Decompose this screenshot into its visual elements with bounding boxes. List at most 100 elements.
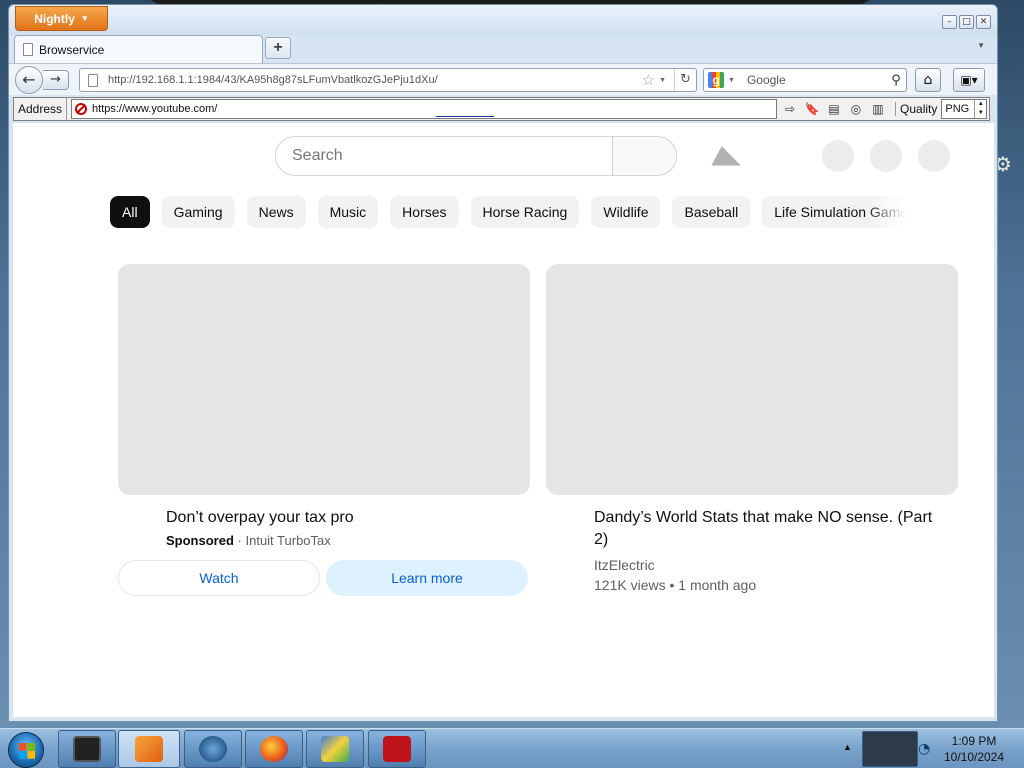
maximize-button[interactable]: □	[959, 15, 974, 29]
notifications-icon-placeholder[interactable]	[870, 140, 902, 172]
clock-time: 1:09 PM	[951, 734, 997, 748]
category-chips: All Gaming News Music Horses Horse Racin…	[110, 196, 906, 228]
reload-icon[interactable]: ↻	[674, 69, 696, 91]
taskbar-app-4[interactable]	[245, 730, 303, 768]
find-icon[interactable]: ◎	[847, 100, 865, 118]
tab-list-icon[interactable]: ▼	[977, 41, 985, 50]
ad-card[interactable]: Don’t overpay your tax pro Sponsored · I…	[118, 264, 530, 596]
advertiser-name: Intuit TurboTax	[245, 533, 331, 548]
youtube-search-box[interactable]: Search	[275, 136, 677, 176]
youtube-search-input[interactable]: Search	[276, 137, 612, 175]
video-card[interactable]: Dandy’s World Stats that make NO sense. …	[546, 264, 958, 593]
learn-more-button[interactable]: Learn more	[326, 560, 528, 596]
search-icon[interactable]: ⚲	[886, 73, 906, 88]
tray-app-icon[interactable]	[862, 731, 918, 767]
clipboard-icon[interactable]: ▥	[869, 100, 887, 118]
tray-expand-icon[interactable]: ▲	[843, 742, 852, 752]
tab-strip: Browservice + ▼	[9, 35, 997, 63]
nightly-menu-button[interactable]: Nightly ▼	[15, 6, 108, 31]
chip-all[interactable]: All	[110, 196, 150, 228]
taskbar-app-5[interactable]	[306, 730, 364, 768]
taskbar: ▲ ◔ 1:09 PM 10/10/2024	[0, 728, 1024, 768]
tab-title: Browservice	[39, 42, 105, 57]
quality-select[interactable]: PNG ▲ ▼	[941, 99, 988, 119]
ad-buttons: Watch Learn more	[118, 560, 530, 596]
tab-browservice[interactable]: Browservice	[14, 35, 263, 63]
url-bar[interactable]: http://192.168.1.1:1984/43/KA95h8g87sLFu…	[79, 68, 697, 92]
chip-horses[interactable]: Horses	[390, 196, 459, 228]
ad-meta: Sponsored · Intuit TurboTax	[166, 533, 530, 548]
avatar[interactable]	[918, 140, 950, 172]
taskbar-app-3[interactable]	[184, 730, 242, 768]
quality-spinner[interactable]: ▲ ▼	[974, 100, 986, 118]
new-tab-button[interactable]: +	[265, 37, 291, 59]
chips-fade	[866, 196, 906, 228]
watch-button[interactable]: Watch	[118, 560, 320, 596]
globe-app-icon	[199, 736, 227, 762]
ad-details: Don’t overpay your tax pro Sponsored · I…	[118, 507, 530, 548]
chip-horse-racing[interactable]: Horse Racing	[470, 196, 580, 228]
bookmark-star-icon[interactable]: ☆	[642, 71, 655, 89]
extension-button[interactable]: ▣▾	[953, 68, 985, 92]
window-controls: – □ ✕	[942, 15, 991, 29]
browser-window: Nightly ▼ – □ ✕ Browservice + ▼ ← → http…	[8, 4, 998, 722]
start-button[interactable]	[8, 732, 44, 768]
media-player-icon	[135, 736, 163, 762]
forward-button[interactable]: →	[43, 70, 69, 90]
title-bar: Nightly ▼ – □ ✕	[9, 5, 997, 35]
close-button[interactable]: ✕	[976, 15, 991, 29]
checklist-app-icon	[321, 736, 349, 762]
mouse-cursor-icon	[711, 146, 745, 178]
page-icon	[23, 43, 33, 56]
app-button-label: Nightly	[34, 11, 75, 26]
chip-music[interactable]: Music	[317, 196, 379, 228]
address-label: Address	[14, 98, 68, 120]
youtube-page: Search All Gaming News Music Horses Hors…	[13, 123, 994, 717]
video-title[interactable]: Dandy’s World Stats that make NO sense. …	[594, 507, 938, 551]
video-stats: 121K views • 1 month ago	[594, 577, 757, 593]
ad-thumbnail[interactable]	[118, 264, 530, 495]
toolbar-icons: ⇨ 🔖 ▤ ◎ ▥	[781, 100, 887, 118]
youtube-search-button[interactable]	[612, 137, 676, 175]
insecure-icon	[75, 103, 88, 115]
go-arrow-icon[interactable]: ⇨	[781, 100, 799, 118]
bookmark-icon[interactable]: 🔖	[803, 100, 821, 118]
network-icon[interactable]: ◔	[918, 741, 930, 757]
sponsored-label: Sponsored	[166, 533, 234, 548]
chip-baseball[interactable]: Baseball	[672, 196, 751, 228]
history-dropdown-icon[interactable]: ▼	[659, 77, 666, 84]
address-value[interactable]: https://www.youtube.com/	[92, 103, 217, 115]
minimize-button[interactable]: –	[942, 15, 957, 29]
taskbar-app-1[interactable]	[58, 730, 116, 768]
clock-date: 10/10/2024	[943, 750, 1005, 764]
terminal-app-icon	[73, 736, 101, 762]
chip-wildlife[interactable]: Wildlife	[591, 196, 661, 228]
video-details: Dandy’s World Stats that make NO sense. …	[546, 507, 958, 593]
taskbar-app-6[interactable]	[368, 730, 426, 768]
search-bar[interactable]: g ▼ Google ⚲	[703, 68, 907, 92]
ad-title[interactable]: Don’t overpay your tax pro	[166, 507, 530, 529]
chip-news[interactable]: News	[246, 196, 306, 228]
quality-label: Quality	[895, 102, 941, 116]
browservice-toolbar: Address https://www.youtube.com/ ⇨ 🔖 ▤ ◎…	[13, 97, 990, 121]
url-text[interactable]: http://192.168.1.1:1984/43/KA95h8g87sLFu…	[108, 74, 642, 86]
create-icon-placeholder[interactable]	[822, 140, 854, 172]
pdf-icon[interactable]: ▤	[825, 100, 843, 118]
caret-down-icon: ▼	[80, 14, 89, 23]
quality-value: PNG	[945, 103, 970, 115]
firefox-icon	[260, 736, 288, 762]
home-button[interactable]: ⌂	[915, 68, 941, 92]
loading-underline	[436, 116, 495, 117]
engine-dropdown-icon[interactable]: ▼	[728, 77, 735, 84]
address-input[interactable]: https://www.youtube.com/	[71, 99, 778, 119]
channel-name[interactable]: ItzElectric	[594, 557, 938, 573]
taskbar-app-2[interactable]	[118, 730, 180, 768]
back-button[interactable]: ←	[15, 66, 43, 94]
search-engine-input[interactable]: Google	[747, 73, 882, 87]
navigation-toolbar: ← → http://192.168.1.1:1984/43/KA95h8g87…	[9, 63, 997, 95]
video-thumbnail[interactable]	[546, 264, 958, 495]
clock[interactable]: 1:09 PM 10/10/2024	[936, 733, 1012, 765]
chip-gaming[interactable]: Gaming	[161, 196, 235, 228]
google-icon[interactable]: g	[708, 72, 724, 88]
page-icon	[88, 73, 98, 87]
